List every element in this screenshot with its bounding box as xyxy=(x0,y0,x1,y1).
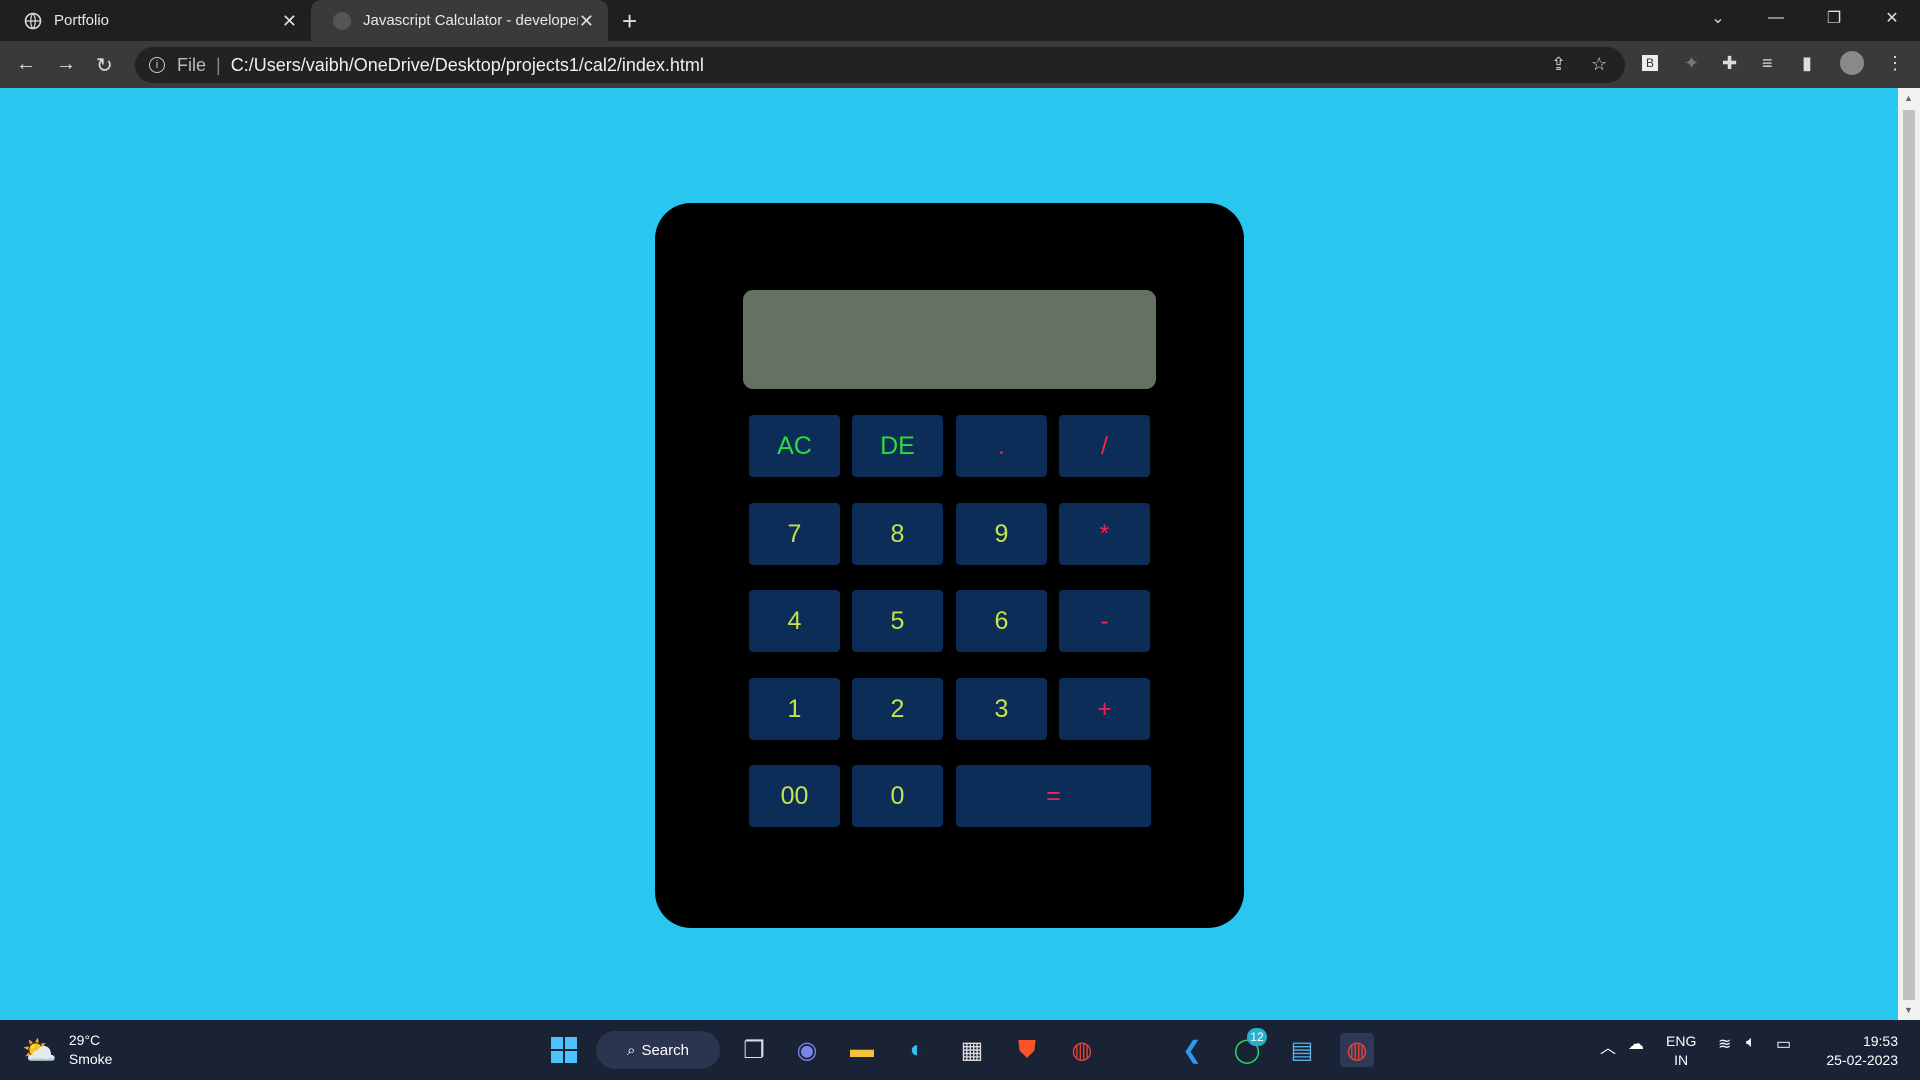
tab-title: Javascript Calculator - developer xyxy=(363,12,578,29)
url-text: C:/Users/vaibh/OneDrive/Desktop/projects… xyxy=(230,54,704,75)
back-icon[interactable]: ← xyxy=(16,53,36,76)
tab-portfolio[interactable]: Portfolio ✕ xyxy=(0,0,311,41)
key-3[interactable]: 3 xyxy=(956,678,1047,740)
weather-icon: ⛅ xyxy=(22,1034,57,1066)
key-equals[interactable]: = xyxy=(956,765,1151,827)
system-clock[interactable]: 19:53 25-02-2023 xyxy=(1826,1032,1898,1070)
store-icon[interactable]: ▦ xyxy=(955,1033,989,1067)
notepad-icon[interactable]: ▤ xyxy=(1285,1033,1319,1067)
globe-icon xyxy=(333,11,351,30)
extension-b-icon[interactable]: B xyxy=(1642,55,1659,71)
star-icon[interactable]: ☆ xyxy=(1591,54,1607,75)
clock-date: 25-02-2023 xyxy=(1826,1052,1898,1068)
chrome-icon[interactable]: ◍ xyxy=(1065,1033,1099,1067)
new-tab-button[interactable]: + xyxy=(622,6,637,37)
scroll-down-icon[interactable]: ▼ xyxy=(1904,1005,1913,1015)
edge-icon[interactable]: ◐ xyxy=(900,1033,934,1067)
key-9[interactable]: 9 xyxy=(956,503,1047,565)
key-delete[interactable]: DE xyxy=(852,415,943,477)
key-add[interactable]: + xyxy=(1059,678,1150,740)
weather-widget[interactable]: ⛅ 29°C Smoke xyxy=(22,1031,112,1069)
address-bar[interactable]: i File | C:/Users/vaibh/OneDrive/Desktop… xyxy=(135,47,1625,83)
search-icon: ⌕ xyxy=(627,1041,636,1059)
key-6[interactable]: 6 xyxy=(956,590,1047,652)
key-1[interactable]: 1 xyxy=(749,678,840,740)
key-all-clear[interactable]: AC xyxy=(749,415,840,477)
close-icon[interactable]: ✕ xyxy=(579,11,594,32)
separator: | xyxy=(216,54,221,75)
whatsapp-badge: 12 xyxy=(1247,1028,1267,1046)
chevron-up-icon[interactable]: ︿ xyxy=(1600,1034,1616,1058)
weather-condition: Smoke xyxy=(68,1051,113,1067)
wifi-icon[interactable]: ≋ xyxy=(1718,1034,1731,1054)
language-line2: IN xyxy=(1674,1052,1689,1068)
key-decimal[interactable]: . xyxy=(956,415,1047,477)
side-panel-icon[interactable]: ▮ xyxy=(1802,53,1812,74)
tab-calculator[interactable]: Javascript Calculator - developer ✕ xyxy=(311,0,608,41)
calculator: AC DE./7 8 9 * 4 5 6-1 2 3 +00 0 = xyxy=(655,203,1244,928)
scrollbar[interactable]: ▲ ▼ xyxy=(1898,88,1920,1020)
close-icon[interactable]: ✕ xyxy=(282,11,297,32)
file-explorer-icon[interactable]: ▬ xyxy=(845,1033,879,1067)
taskbar: ⛅ 29°C Smoke ⌕ Search ❐ ◉ ▬ ◐ ▦ ⛊ ◍ ❮ ◯ … xyxy=(0,1020,1920,1080)
key-subtract[interactable]: - xyxy=(1059,590,1150,652)
battery-icon[interactable]: ▭ xyxy=(1776,1034,1791,1054)
key-2[interactable]: 2 xyxy=(852,678,943,740)
globe-icon xyxy=(24,12,42,30)
key-7[interactable]: 7 xyxy=(749,503,840,565)
taskbar-search[interactable]: ⌕ Search xyxy=(596,1031,720,1069)
clock-time: 19:53 xyxy=(1862,1033,1898,1049)
key-00[interactable]: 00 xyxy=(749,765,840,827)
menu-icon[interactable]: ⋮ xyxy=(1886,53,1904,74)
minimize-icon[interactable]: — xyxy=(1748,0,1804,36)
tab-title: Portfolio xyxy=(54,12,110,29)
scroll-up-icon[interactable]: ▲ xyxy=(1904,93,1913,103)
language-line1: ENG xyxy=(1666,1033,1697,1049)
extension-icon[interactable]: ✦ xyxy=(1684,53,1699,74)
language-indicator[interactable]: ENG IN xyxy=(1666,1032,1696,1070)
window-close-icon[interactable]: ✕ xyxy=(1864,0,1920,36)
onedrive-icon[interactable]: ☁ xyxy=(1628,1034,1644,1054)
reading-list-icon[interactable]: ≡ xyxy=(1762,53,1773,74)
brave-icon[interactable]: ⛊ xyxy=(1010,1033,1044,1067)
scroll-thumb[interactable] xyxy=(1903,110,1915,1000)
key-5[interactable]: 5 xyxy=(852,590,943,652)
key-multiply[interactable]: * xyxy=(1059,503,1150,565)
puzzle-icon[interactable]: ✚ xyxy=(1722,53,1737,74)
key-0[interactable]: 0 xyxy=(852,765,943,827)
weather-temperature: 29°C xyxy=(68,1032,101,1048)
avatar[interactable] xyxy=(1840,51,1864,75)
key-8[interactable]: 8 xyxy=(852,503,943,565)
search-label: Search xyxy=(641,1041,689,1059)
key-divide[interactable]: / xyxy=(1059,415,1150,477)
scheme-label: File xyxy=(177,54,207,75)
forward-icon[interactable]: → xyxy=(56,53,76,76)
share-icon[interactable]: ⇪ xyxy=(1551,54,1566,75)
calculator-display[interactable] xyxy=(743,290,1156,389)
windows-start-icon[interactable] xyxy=(547,1033,581,1067)
tab-strip: Portfolio ✕ Javascript Calculator - deve… xyxy=(0,0,1920,41)
tab-search-chevron-icon[interactable]: ⌄ xyxy=(1690,0,1746,36)
task-view-icon[interactable]: ❐ xyxy=(737,1033,771,1067)
info-icon[interactable]: i xyxy=(149,57,165,73)
restore-icon[interactable]: ❐ xyxy=(1806,0,1862,36)
chrome-active-icon[interactable]: ◍ xyxy=(1340,1033,1374,1067)
key-4[interactable]: 4 xyxy=(749,590,840,652)
volume-icon[interactable]: 🔈︎ xyxy=(1746,1034,1756,1052)
toolbar: ← → ↻ i File | C:/Users/vaibh/OneDrive/D… xyxy=(0,41,1920,88)
vscode-icon[interactable]: ❮ xyxy=(1175,1033,1209,1067)
teams-chat-icon[interactable]: ◉ xyxy=(790,1033,824,1067)
reload-icon[interactable]: ↻ xyxy=(96,53,113,78)
